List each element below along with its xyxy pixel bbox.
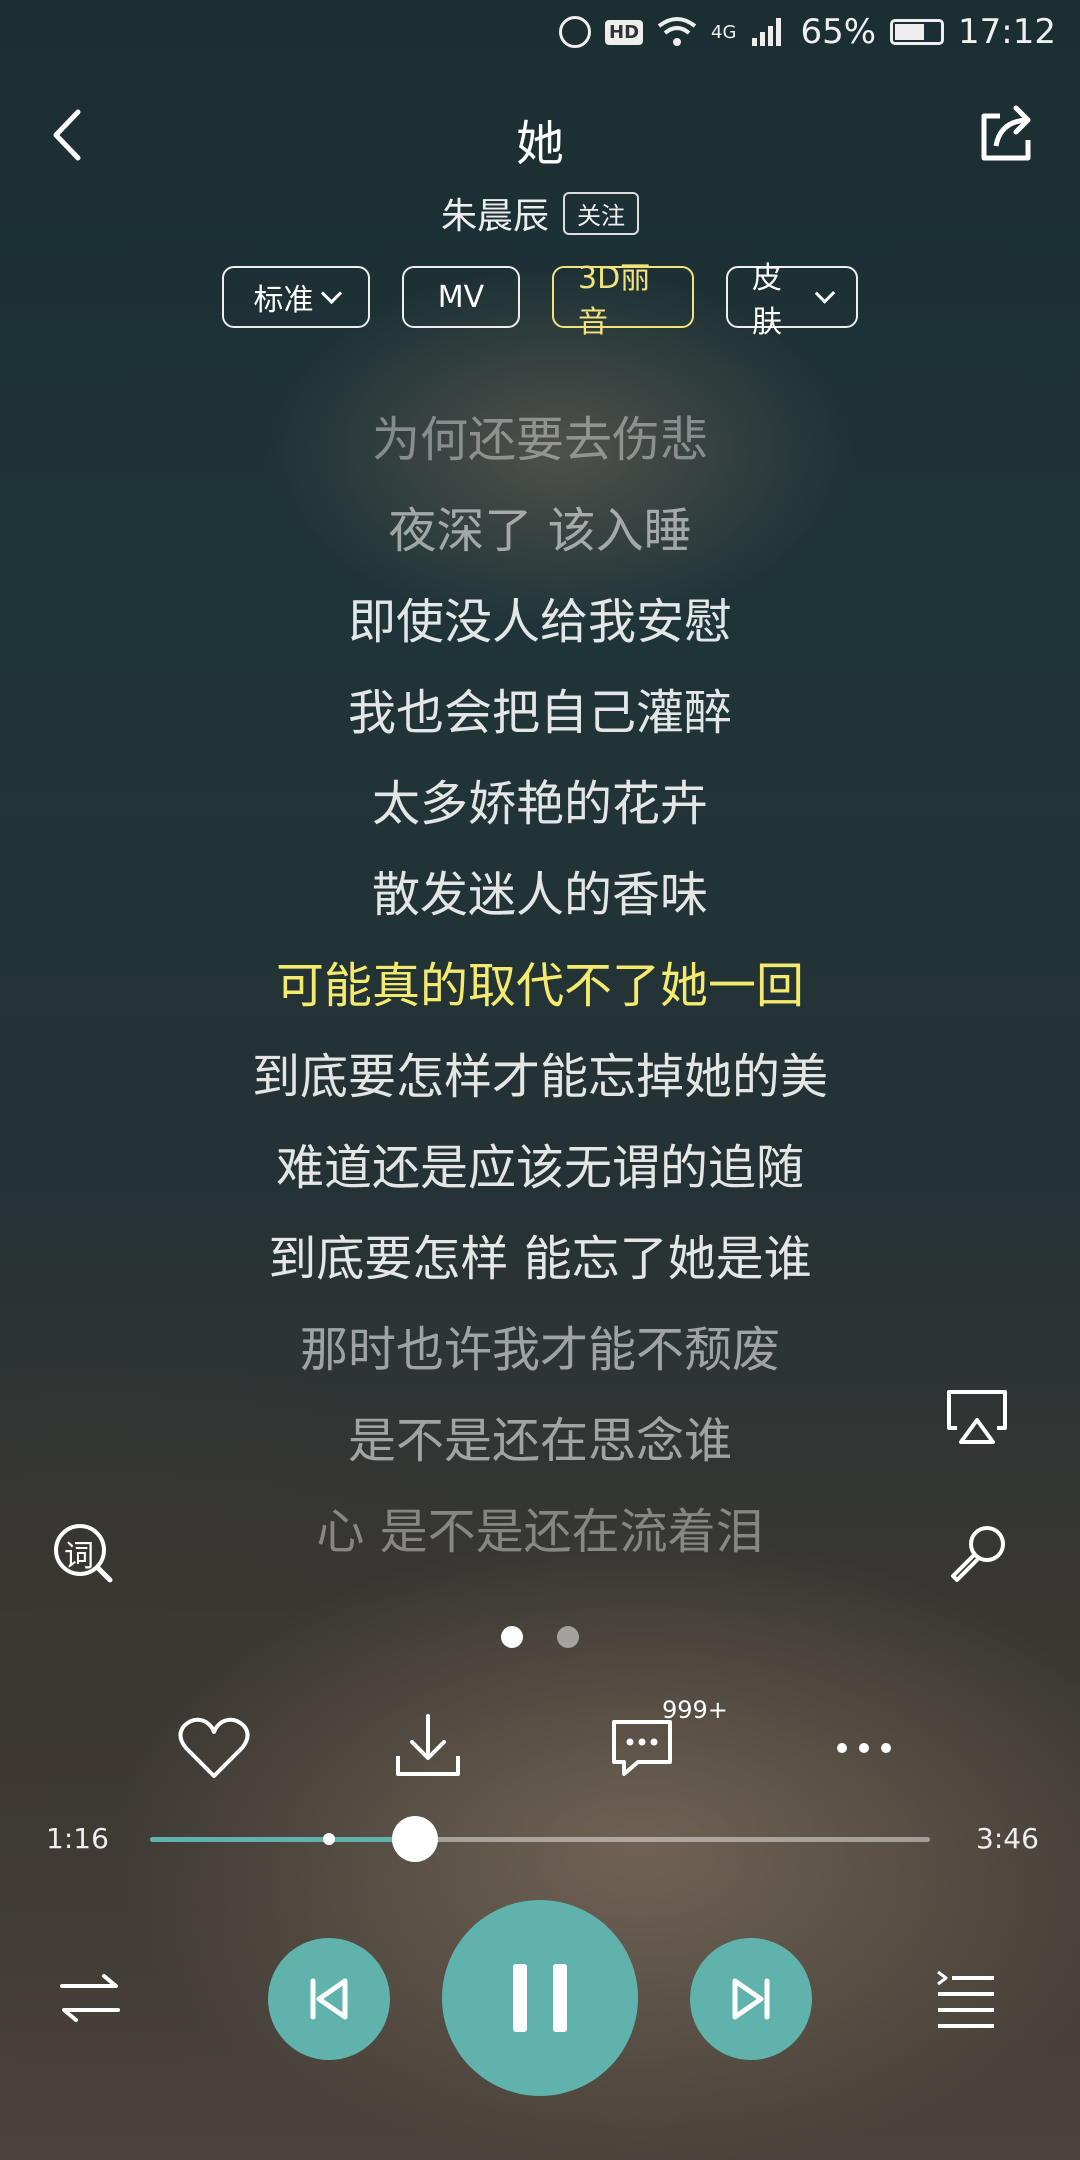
- skip-previous-icon: [310, 1978, 348, 2020]
- lyric-line: 太多娇艳的花卉: [371, 776, 708, 832]
- pause-button[interactable]: [442, 1900, 638, 2096]
- more-icon[interactable]: [824, 1708, 904, 1788]
- lyrics-panel[interactable]: 为何还要去伤悲 夜深了 该入睡 即使没人给我安慰 我也会把自己灌醉 太多娇艳的花…: [0, 405, 1080, 1588]
- quality-chip-label: 标准: [253, 283, 314, 318]
- wifi-icon: [657, 17, 697, 46]
- skin-chip-label: 皮肤: [752, 261, 782, 340]
- lyric-line: 到底要怎样才能忘掉她的美: [251, 1049, 828, 1105]
- lyric-line: 我也会把自己灌醉: [347, 685, 732, 741]
- lyric-line-current: 可能真的取代不了她一回: [275, 958, 804, 1014]
- artist-name[interactable]: 朱晨辰: [441, 187, 549, 239]
- lyric-line: 难道还是应该无谓的追随: [275, 1140, 804, 1196]
- lyric-line: 是不是还在思念谁: [347, 1413, 732, 1469]
- page-dot[interactable]: [557, 1626, 579, 1648]
- 3d-audio-chip-label: 3D丽音: [578, 261, 651, 340]
- karaoke-mic-icon[interactable]: [945, 1522, 1009, 1586]
- cast-icon[interactable]: [945, 1388, 1009, 1448]
- mv-chip-label: MV: [437, 279, 485, 315]
- buffer-marker: [323, 1833, 336, 1845]
- share-icon[interactable]: [970, 98, 1040, 168]
- clock-time: 17:12: [958, 12, 1056, 52]
- battery-percent: 65%: [800, 12, 877, 52]
- download-icon[interactable]: [388, 1708, 468, 1788]
- lyric-line: 即使没人给我安慰: [347, 594, 732, 650]
- chevron-down-icon: [320, 282, 342, 304]
- comment-count-badge: 999+: [662, 1696, 728, 1724]
- option-chips: 标准 MV 3D丽音 皮肤: [0, 261, 1080, 340]
- artist-row: 朱晨辰 关注: [0, 188, 1080, 238]
- seek-bar[interactable]: [150, 1816, 930, 1862]
- song-title: 她: [515, 116, 564, 172]
- seek-bar-fill: [150, 1837, 416, 1842]
- status-bar: HD 4G 65% 17:12: [0, 0, 1080, 72]
- heart-icon[interactable]: [174, 1708, 254, 1788]
- duration-time: 3:46: [976, 1822, 1039, 1855]
- previous-button[interactable]: [268, 1938, 390, 2060]
- pause-icon: [513, 1964, 567, 2032]
- skip-next-icon: [732, 1978, 770, 2020]
- skin-chip[interactable]: 皮肤: [726, 261, 858, 340]
- hd-icon: HD: [605, 19, 644, 45]
- seek-knob[interactable]: [392, 1816, 439, 1862]
- lyrics-button-label: 词: [64, 1539, 94, 1574]
- mv-chip[interactable]: MV: [402, 266, 520, 328]
- network-type: 4G: [711, 21, 737, 43]
- lyric-line: 那时也许我才能不颓废: [299, 1322, 780, 1378]
- follow-button[interactable]: 关注: [563, 191, 639, 235]
- lyric-line: 为何还要去伤悲: [371, 412, 708, 468]
- page-dot-active[interactable]: [501, 1626, 523, 1648]
- playlist-icon[interactable]: [934, 1966, 998, 2030]
- next-button[interactable]: [690, 1938, 812, 2060]
- lyric-line: 夜深了 该入睡: [388, 503, 692, 559]
- quality-chip[interactable]: 标准: [222, 266, 370, 328]
- shuffle-repeat-icon[interactable]: [58, 1970, 122, 2026]
- lyric-line: 心 是不是还在流着泪: [316, 1504, 764, 1560]
- top-bar: 她: [0, 90, 1080, 180]
- action-row: [0, 1708, 1080, 1788]
- progress-row: 1:16 3:46: [0, 1816, 1080, 1862]
- elapsed-time: 1:16: [46, 1822, 109, 1855]
- signal-icon: [752, 18, 782, 46]
- lyrics-search-icon[interactable]: 词: [52, 1522, 116, 1586]
- lyric-line: 散发迷人的香味: [371, 867, 708, 923]
- page-indicator: [0, 1626, 1080, 1648]
- alarm-icon: [559, 16, 592, 48]
- playback-controls: [0, 1900, 1080, 2100]
- lyric-line: 到底要怎样 能忘了她是谁: [268, 1231, 812, 1287]
- chevron-down-icon: [814, 282, 836, 304]
- battery-icon: [890, 19, 945, 45]
- 3d-audio-chip[interactable]: 3D丽音: [552, 261, 694, 340]
